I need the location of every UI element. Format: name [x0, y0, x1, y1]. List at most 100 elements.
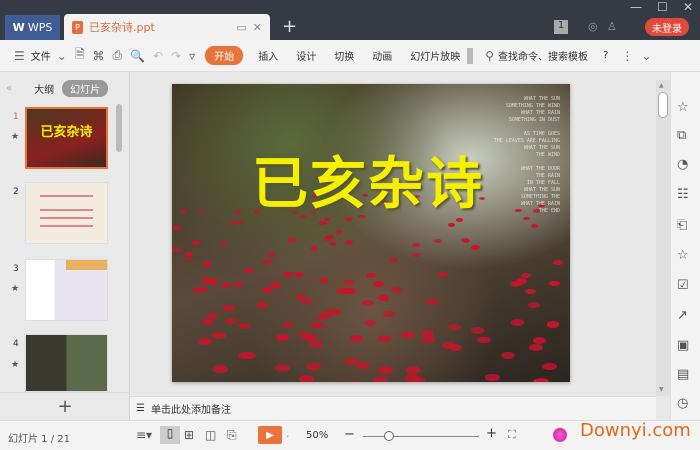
close-window-button[interactable]: ✕: [683, 0, 693, 14]
document-tab-label: 已亥杂诗.ppt: [89, 21, 155, 34]
zoom-level[interactable]: 50%: [306, 430, 328, 441]
petal-decoration: [316, 313, 329, 320]
petal-decoration: [477, 336, 491, 344]
petal-decoration: [233, 281, 244, 288]
slide-english-text[interactable]: WHAT THE SUN SOMETHING THE WIND WHAT THE…: [494, 96, 560, 215]
skin-icon[interactable]: ◎: [588, 20, 598, 33]
presenter-view-icon[interactable]: ⎘: [227, 428, 237, 443]
image-icon[interactable]: ▣: [677, 338, 689, 353]
scroll-up-icon[interactable]: ▲: [659, 82, 664, 89]
tab-insert[interactable]: 插入: [249, 48, 287, 63]
slide-thumbnail-3[interactable]: [25, 259, 108, 321]
fit-window-icon[interactable]: ⛶: [508, 428, 516, 442]
history-icon[interactable]: ◷: [677, 396, 688, 411]
slide-number: 2: [13, 187, 19, 197]
tab-outline[interactable]: 大纲: [34, 81, 54, 96]
reading-view-icon[interactable]: ◫: [205, 428, 216, 442]
notes-toggle-icon[interactable]: ≡▾: [136, 428, 152, 442]
scrollbar-thumb[interactable]: [658, 92, 668, 118]
properties-icon[interactable]: ☷: [677, 187, 689, 202]
login-button[interactable]: 未登录: [645, 18, 689, 36]
window-count-badge[interactable]: 1: [554, 20, 568, 34]
tab-design[interactable]: 设计: [287, 48, 325, 63]
close-tab-icon[interactable]: ✕: [253, 21, 262, 34]
share-icon[interactable]: ↗: [677, 308, 688, 323]
zoom-in-button[interactable]: +: [486, 426, 497, 441]
magic-icon[interactable]: ☆: [677, 100, 689, 115]
petal-decoration: [485, 373, 501, 382]
slide-sorter-icon[interactable]: ⊞: [184, 428, 194, 442]
tab-scroll-right[interactable]: [467, 47, 474, 64]
print-icon[interactable]: ⎙: [108, 48, 126, 63]
tab-animation[interactable]: 动画: [363, 48, 401, 63]
customize-icon[interactable]: ▿: [185, 49, 199, 63]
tab-slides[interactable]: 幻灯片: [62, 80, 109, 97]
backup-icon[interactable]: ⎗: [677, 218, 687, 233]
notes-placeholder[interactable]: 单击此处添加备注: [151, 401, 231, 416]
format-painter-icon[interactable]: ⌘: [88, 49, 108, 63]
petal-decoration: [349, 334, 364, 342]
file-menu[interactable]: 文件: [29, 48, 53, 63]
collapse-ribbon-icon[interactable]: ⌄: [637, 49, 655, 63]
collapse-panel-icon[interactable]: «: [6, 83, 12, 94]
wps-tab-label: WPS: [27, 21, 53, 34]
petal-decoration: [256, 302, 268, 309]
document-tab[interactable]: P 已亥杂诗.ppt ▭ ✕: [64, 14, 270, 40]
undo-icon[interactable]: ↶: [149, 49, 167, 63]
animation-star-icon: ★: [11, 360, 20, 370]
petal-decoration: [201, 318, 215, 326]
print-preview-icon[interactable]: 🔍: [126, 49, 149, 63]
ribbon-toolbar: ☰ 文件 ⌄ 🗎 ⌘ ⎙ 🔍 ↶ ↷ ▿ 开始 插入 设计 切换 动画 幻灯片放…: [0, 40, 700, 72]
play-options-icon[interactable]: ·: [286, 430, 290, 443]
favorite-icon[interactable]: ☆: [677, 248, 689, 263]
petal-decoration: [276, 334, 290, 341]
redo-icon[interactable]: ↷: [167, 49, 185, 63]
panel-scrollbar[interactable]: [116, 104, 122, 152]
minimize-button[interactable]: —: [630, 0, 642, 14]
petal-decoration: [362, 300, 374, 307]
petal-decoration: [298, 375, 315, 382]
assistant-icon[interactable]: [553, 428, 567, 442]
slide-title[interactable]: 已亥杂诗: [252, 139, 484, 220]
petal-decoration: [196, 286, 208, 293]
petal-decoration: [377, 295, 390, 301]
grid-icon[interactable]: ▤: [677, 367, 689, 382]
vertical-scrollbar[interactable]: [656, 80, 670, 396]
play-slideshow-button[interactable]: ▶: [258, 426, 282, 444]
tab-transition[interactable]: 切换: [325, 48, 363, 63]
checklist-icon[interactable]: ☑: [677, 278, 689, 293]
normal-view-icon[interactable]: ▯: [160, 426, 180, 444]
petal-decoration: [389, 257, 399, 263]
shirt-icon[interactable]: ♙: [607, 20, 617, 33]
zoom-slider-handle[interactable]: [384, 431, 394, 441]
petal-decoration: [509, 281, 521, 287]
more-icon[interactable]: ⋮: [617, 49, 637, 63]
command-search[interactable]: 查找命令、搜索模板: [498, 48, 594, 63]
chevron-down-icon[interactable]: ⌄: [53, 49, 71, 63]
zoom-slider[interactable]: [363, 436, 479, 437]
new-tab-button[interactable]: +: [282, 16, 297, 37]
wps-home-tab[interactable]: W WPS: [5, 15, 60, 40]
add-slide-button[interactable]: +: [0, 392, 130, 420]
menu-icon[interactable]: ☰: [10, 49, 29, 63]
slide-canvas[interactable]: 已亥杂诗 WHAT THE SUN SOMETHING THE WIND WHA…: [172, 84, 570, 382]
slide-thumbnail-1[interactable]: 已亥杂诗: [25, 107, 108, 169]
slide-library-icon[interactable]: ⧉: [677, 128, 686, 143]
tab-slideshow[interactable]: 幻灯片放映: [401, 48, 467, 63]
panel-tabs: « 大纲 幻灯片: [0, 80, 130, 97]
slide-thumbnail-4[interactable]: [25, 334, 108, 392]
petal-decoration: [344, 288, 356, 294]
maximize-button[interactable]: ☐: [657, 0, 668, 14]
save-icon[interactable]: 🗎: [71, 45, 89, 66]
tab-start[interactable]: 开始: [205, 46, 244, 65]
shapes-icon[interactable]: ◔: [677, 157, 688, 172]
petal-decoration: [173, 225, 181, 230]
help-button[interactable]: ?: [594, 50, 617, 61]
petal-decoration: [530, 224, 539, 229]
petal-decoration: [182, 256, 193, 262]
notes-bar[interactable]: ☰ 单击此处添加备注: [130, 396, 656, 420]
pin-window-icon[interactable]: ▭: [236, 21, 246, 34]
slide-thumbnail-2[interactable]: [25, 182, 108, 244]
scroll-down-icon[interactable]: ▼: [659, 386, 664, 393]
zoom-out-button[interactable]: −: [344, 427, 355, 442]
